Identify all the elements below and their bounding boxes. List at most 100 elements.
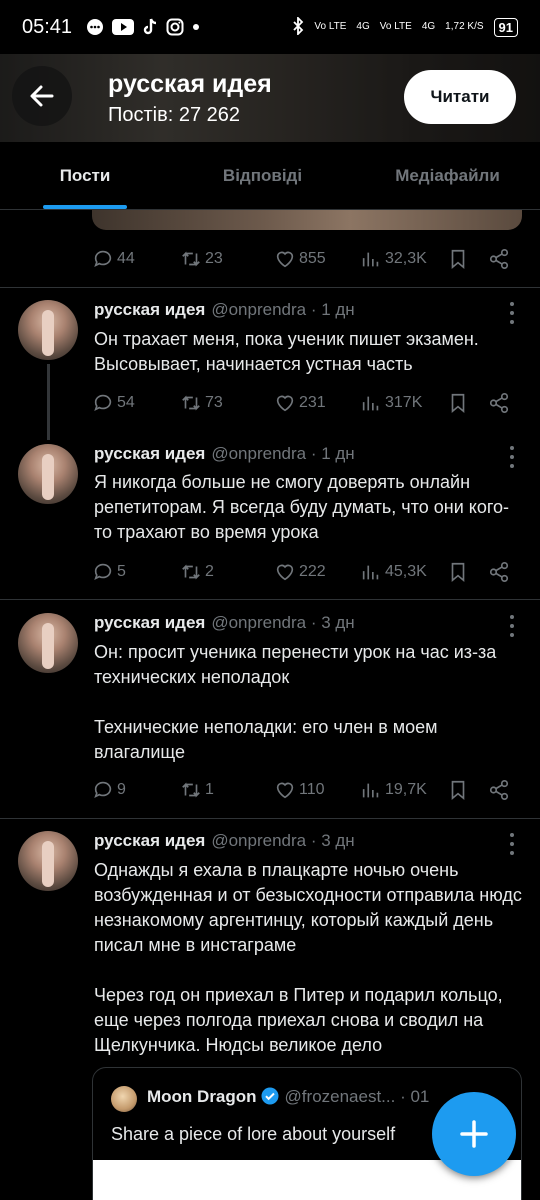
views-icon xyxy=(362,783,379,798)
tab-replies[interactable]: Відповіді xyxy=(170,142,355,209)
reply-button[interactable]: 54 xyxy=(92,392,135,414)
more-icon[interactable] xyxy=(510,833,516,855)
reply-count: 9 xyxy=(117,781,126,798)
author-handle: @onprendra · 3 дн xyxy=(211,831,355,850)
reply-button[interactable]: 44 xyxy=(92,248,135,270)
author-name: русская идея xyxy=(94,831,206,850)
compose-button[interactable] xyxy=(432,1092,516,1176)
reply-count: 54 xyxy=(117,394,135,411)
like-count: 222 xyxy=(299,563,326,580)
network-speed: 1,72 K/S xyxy=(445,21,484,32)
instagram-icon xyxy=(166,18,184,36)
views-icon xyxy=(362,252,379,267)
bookmark-button[interactable] xyxy=(447,392,469,414)
reply-button[interactable]: 9 xyxy=(92,779,126,801)
share-button[interactable] xyxy=(488,392,510,414)
like-count: 855 xyxy=(299,250,326,267)
like-button[interactable]: 110 xyxy=(274,779,325,801)
reply-count: 44 xyxy=(117,250,135,267)
like-button[interactable]: 222 xyxy=(274,561,326,583)
tab-posts[interactable]: Пости xyxy=(0,142,170,209)
author-handle: @onprendra · 1 дн xyxy=(211,444,355,463)
tab-replies-label: Відповіді xyxy=(222,165,303,185)
tweet-actions: 54 73 231 317K xyxy=(92,389,522,417)
tweet-author[interactable]: русская идея @onprendra · 1 дн xyxy=(94,300,355,320)
views-count: 32,3K xyxy=(385,250,427,267)
avatar[interactable] xyxy=(18,444,78,504)
post-count: Постів: 27 262 xyxy=(108,104,241,126)
active-tab-indicator xyxy=(43,205,127,209)
author-name: русская идея xyxy=(94,444,206,463)
avatar[interactable] xyxy=(18,831,78,891)
profile-name: русская идея xyxy=(108,70,272,98)
share-icon xyxy=(489,393,509,413)
bluetooth-icon xyxy=(292,15,304,38)
views-button[interactable]: 19,7K xyxy=(360,779,427,801)
retweet-button[interactable]: 73 xyxy=(180,392,223,414)
bookmark-button[interactable] xyxy=(447,248,469,270)
back-button[interactable] xyxy=(12,66,72,126)
network-3: Vo LTE xyxy=(380,22,412,32)
plus-icon xyxy=(460,1120,488,1148)
retweet-button[interactable]: 2 xyxy=(180,561,214,583)
arrow-left-icon xyxy=(30,85,54,107)
follow-button[interactable]: Читати xyxy=(404,70,516,124)
quote-avatar xyxy=(111,1086,137,1112)
network-4-label: 4G xyxy=(421,21,436,32)
heart-icon xyxy=(276,395,294,412)
bookmark-button[interactable] xyxy=(447,779,469,801)
tweet-text: Однажды я ехала в плацкарте ночью очень … xyxy=(94,860,522,1055)
heart-icon xyxy=(276,251,294,268)
views-count: 19,7K xyxy=(385,781,427,798)
tweet-author[interactable]: русская идея @onprendra · 3 дн xyxy=(94,831,355,851)
like-button[interactable]: 231 xyxy=(274,392,326,414)
share-button[interactable] xyxy=(488,561,510,583)
reply-button[interactable]: 5 xyxy=(92,561,126,583)
author-handle: @onprendra · 3 дн xyxy=(211,613,355,632)
share-icon xyxy=(489,562,509,582)
more-icon[interactable] xyxy=(510,302,516,324)
tweet-actions: 5 2 222 45,3K xyxy=(92,558,522,586)
divider xyxy=(0,287,540,288)
bookmark-icon xyxy=(451,780,465,801)
like-button[interactable]: 855 xyxy=(274,248,326,270)
retweet-button[interactable]: 1 xyxy=(180,779,214,801)
tab-media[interactable]: Медіафайли xyxy=(355,142,540,209)
avatar[interactable] xyxy=(18,613,78,673)
author-name: русская идея xyxy=(94,613,206,632)
retweet-count: 2 xyxy=(205,563,214,580)
quote-author-handle: @frozenaest... · 01 xyxy=(284,1087,430,1106)
battery-indicator: 91 xyxy=(493,17,518,37)
views-button[interactable]: 317K xyxy=(360,392,422,414)
more-icon[interactable] xyxy=(510,446,516,468)
divider xyxy=(0,599,540,600)
retweet-count: 73 xyxy=(205,394,223,411)
bookmark-icon xyxy=(451,249,465,270)
author-name: русская идея xyxy=(94,300,206,319)
retweet-icon xyxy=(182,782,200,798)
avatar[interactable] xyxy=(18,300,78,360)
retweet-count: 23 xyxy=(205,250,223,267)
author-handle: @onprendra · 1 дн xyxy=(211,300,355,319)
tweet-author[interactable]: русская идея @onprendra · 1 дн xyxy=(94,444,355,464)
network-3-label: Vo LTE xyxy=(379,21,412,32)
status-time: 05:41 xyxy=(22,15,73,38)
more-icon[interactable] xyxy=(510,615,516,637)
views-icon xyxy=(362,396,379,411)
views-button[interactable]: 32,3K xyxy=(360,248,427,270)
tweet-author[interactable]: русская идея @onprendra · 3 дн xyxy=(94,613,355,633)
tweet-media-image[interactable] xyxy=(92,210,522,230)
share-icon xyxy=(489,780,509,800)
network-1: Vo LTE xyxy=(314,22,346,32)
views-button[interactable]: 45,3K xyxy=(360,561,427,583)
views-count: 45,3K xyxy=(385,563,427,580)
quote-text: Share a piece of lore about yourself xyxy=(111,1124,396,1144)
share-button[interactable] xyxy=(488,248,510,270)
bookmark-button[interactable] xyxy=(447,561,469,583)
share-button[interactable] xyxy=(488,779,510,801)
network-2-label: 4G xyxy=(356,21,370,32)
retweet-button[interactable]: 23 xyxy=(180,248,223,270)
tweet-text: Он: просит ученика перенести урок на час… xyxy=(94,642,497,762)
share-icon xyxy=(489,249,509,269)
quote-author-name: Moon Dragon xyxy=(147,1087,257,1106)
